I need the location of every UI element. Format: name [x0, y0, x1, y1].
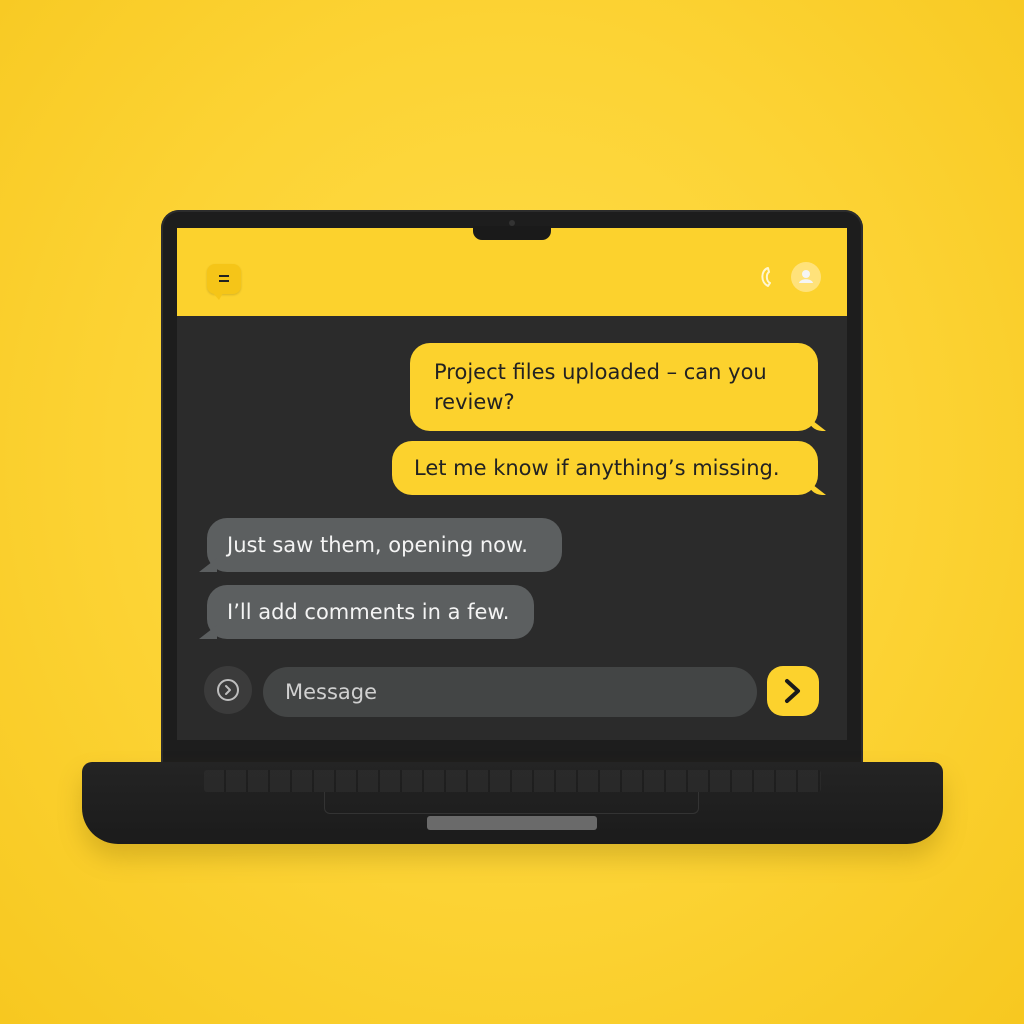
chevron-right-icon	[785, 679, 800, 703]
keyboard	[204, 770, 821, 792]
incoming-message: I’ll add comments in a few.	[207, 585, 534, 639]
outgoing-message: Project files uploaded – can you review?	[410, 343, 818, 431]
outgoing-message: Let me know if anything’s missing.	[392, 441, 818, 495]
camera-notch	[473, 226, 551, 240]
user-avatar-icon[interactable]	[791, 262, 821, 292]
app-header	[177, 228, 847, 316]
attach-button[interactable]	[204, 666, 252, 714]
message-list: Project files uploaded – can you review?…	[177, 316, 847, 656]
phone-icon[interactable]	[757, 266, 773, 288]
front-notch	[427, 816, 597, 830]
chat-app-window: Project files uploaded – can you review?…	[177, 228, 847, 740]
send-button[interactable]	[767, 666, 819, 716]
message-composer	[177, 660, 847, 724]
chat-bubble-logo-icon[interactable]	[207, 264, 241, 300]
camera-icon	[509, 220, 515, 226]
laptop-base	[82, 762, 943, 844]
incoming-message: Just saw them, opening now.	[207, 518, 562, 572]
circle-chevron-icon	[217, 679, 239, 701]
trackpad	[324, 792, 699, 814]
person-icon	[799, 270, 813, 283]
message-input[interactable]	[263, 667, 757, 717]
